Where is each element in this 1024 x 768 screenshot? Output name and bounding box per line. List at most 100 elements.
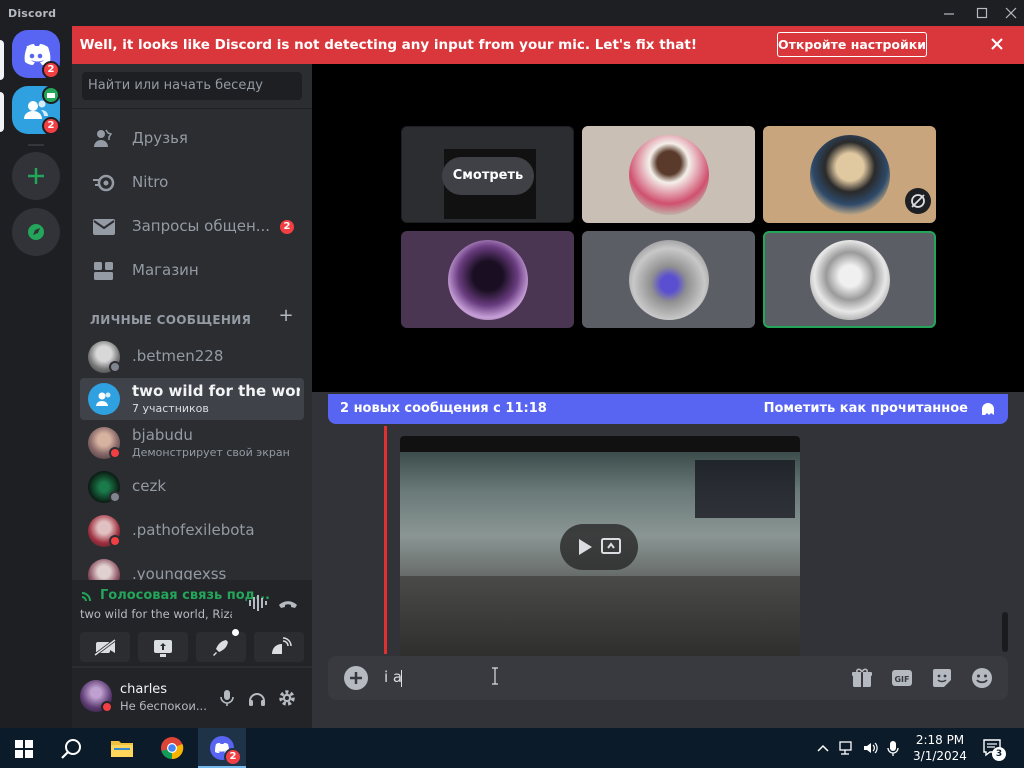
voice-channel-name[interactable]: two wild for the world, Riza... xyxy=(80,607,232,621)
message-requests-icon xyxy=(92,216,116,238)
direct-messages-header: ЛИЧНЫЕ СООБЩЕНИЯ xyxy=(90,313,252,327)
screen-share-icon[interactable] xyxy=(138,632,188,662)
dm-subtext: 7 участников xyxy=(132,402,209,415)
avatar xyxy=(88,559,120,580)
dm-item[interactable]: bjabudu Демонстрирует свой экран xyxy=(80,422,304,464)
minimize-icon[interactable] xyxy=(940,4,958,22)
gif-icon[interactable]: GIF xyxy=(890,666,914,690)
message-input[interactable]: i a xyxy=(384,668,402,686)
nav-label: Друзья xyxy=(132,129,188,147)
search-input[interactable]: Найти или начать беседу xyxy=(82,72,302,100)
maximize-icon[interactable] xyxy=(973,4,991,22)
dm-item[interactable]: cezk xyxy=(80,466,304,508)
chat-area: 2 новых сообщения с 11:18 Пометить как п… xyxy=(312,392,1024,728)
chrome-icon[interactable] xyxy=(160,736,184,760)
rail-divider xyxy=(28,144,44,146)
status-dnd-icon xyxy=(109,535,121,547)
discord-window: Discord 2 2 Well, it looks like Discord … xyxy=(0,0,1024,768)
participant-tile[interactable] xyxy=(401,231,574,328)
participant-avatar xyxy=(810,240,890,320)
system-clock[interactable]: 2:18 PM 3/1/2024 xyxy=(908,732,972,764)
headphones-icon[interactable] xyxy=(246,687,268,709)
user-status[interactable]: Не беспокои... xyxy=(120,699,207,713)
dm-item[interactable]: .betmen228 xyxy=(80,336,304,378)
watch-stream-button[interactable]: Смотреть xyxy=(442,157,534,195)
group-avatar xyxy=(88,383,120,415)
emoji-icon[interactable] xyxy=(970,666,994,690)
participant-tile[interactable] xyxy=(582,126,755,223)
attach-plus-icon[interactable] xyxy=(344,666,368,690)
selected-indicator xyxy=(0,40,4,80)
nav-label: Магазин xyxy=(132,261,199,279)
scrollbar-thumb[interactable] xyxy=(1002,612,1008,652)
signal-icon[interactable] xyxy=(80,589,94,603)
status-dnd-icon xyxy=(101,701,113,713)
mic-warning-banner: Well, it looks like Discord is not detec… xyxy=(72,26,1024,64)
open-settings-button[interactable]: Откройте настройки xyxy=(777,32,927,57)
microphone-in-use-icon[interactable] xyxy=(886,739,900,757)
username[interactable]: charles xyxy=(120,682,167,697)
explore-icon[interactable] xyxy=(12,208,60,256)
shop-icon xyxy=(92,260,116,282)
dm-item[interactable]: .younggexss xyxy=(80,554,304,580)
search-icon[interactable] xyxy=(60,737,84,761)
text-caret xyxy=(401,670,402,687)
video-play-overlay[interactable] xyxy=(560,524,638,570)
status-offline-icon xyxy=(109,491,121,503)
dm-item-selected[interactable]: two wild for the world... 7 участников xyxy=(80,378,304,420)
settings-gear-icon[interactable] xyxy=(276,687,298,709)
video-attachment[interactable] xyxy=(400,436,800,658)
activity-dot xyxy=(232,629,239,636)
dm-name: bjabudu xyxy=(132,426,193,444)
volume-icon[interactable] xyxy=(862,739,880,757)
dm-item[interactable]: .pathofexilebota xyxy=(80,510,304,552)
nav-label: Запросы общен... xyxy=(132,217,271,235)
mark-as-read-button[interactable]: Пометить как прочитанное xyxy=(764,401,968,416)
notification-count: 3 xyxy=(992,747,1006,761)
create-dm-icon[interactable]: + xyxy=(278,307,294,325)
soundboard-icon[interactable] xyxy=(254,632,304,662)
add-server-icon[interactable] xyxy=(12,152,60,200)
participant-tile[interactable] xyxy=(763,126,936,223)
banner-message: Well, it looks like Discord is not detec… xyxy=(79,37,697,53)
server-rail: 2 2 xyxy=(0,26,72,728)
participant-avatar xyxy=(448,240,528,320)
chevron-up-icon[interactable] xyxy=(816,740,830,754)
file-explorer-icon[interactable] xyxy=(110,737,134,759)
message-composer[interactable]: i a GIF xyxy=(328,656,1008,700)
network-icon[interactable] xyxy=(838,739,856,757)
mark-read-icon[interactable] xyxy=(980,401,996,417)
participant-tile-speaking[interactable] xyxy=(763,231,936,328)
group-unread-badge: 2 xyxy=(42,117,60,135)
microphone-icon[interactable] xyxy=(216,687,238,709)
game-chat-overlay xyxy=(695,460,795,518)
disconnect-icon[interactable] xyxy=(276,592,300,614)
banner-close-icon[interactable] xyxy=(986,33,1008,55)
nav-nitro[interactable]: Nitro xyxy=(80,162,304,204)
notifications-icon[interactable]: 3 xyxy=(982,738,1006,761)
stream-tile[interactable]: Смотреть xyxy=(401,126,574,223)
nav-message-requests[interactable]: Запросы общен... 2 xyxy=(80,206,304,248)
participant-avatar xyxy=(629,135,709,215)
nav-shop[interactable]: Магазин xyxy=(80,250,304,292)
taskbar-discord-button[interactable]: 2 xyxy=(198,728,246,768)
activity-rocket-icon[interactable] xyxy=(196,629,246,662)
close-icon[interactable] xyxy=(1002,4,1020,22)
new-messages-bar[interactable]: 2 новых сообщения с 11:18 Пометить как п… xyxy=(328,394,1008,424)
gift-icon[interactable] xyxy=(850,666,874,690)
screen-share-status-icon xyxy=(42,86,60,104)
participant-tile[interactable] xyxy=(582,231,755,328)
voice-status[interactable]: Голосовая связь под... xyxy=(100,588,270,603)
sticker-icon[interactable] xyxy=(930,666,954,690)
camera-off-icon[interactable] xyxy=(80,632,130,662)
participant-avatar xyxy=(629,240,709,320)
user-panel: charles Не беспокои... xyxy=(72,668,312,728)
dm-subtext: Демонстрирует свой экран xyxy=(132,446,290,459)
noise-suppression-icon[interactable] xyxy=(246,592,268,614)
text-cursor-icon xyxy=(490,666,500,686)
svg-text:GIF: GIF xyxy=(894,675,909,684)
video-call-stage: Смотреть xyxy=(312,64,1024,392)
windows-start-icon[interactable] xyxy=(14,739,34,759)
title-bar: Discord xyxy=(0,0,1024,26)
nav-friends[interactable]: Друзья xyxy=(80,118,304,160)
